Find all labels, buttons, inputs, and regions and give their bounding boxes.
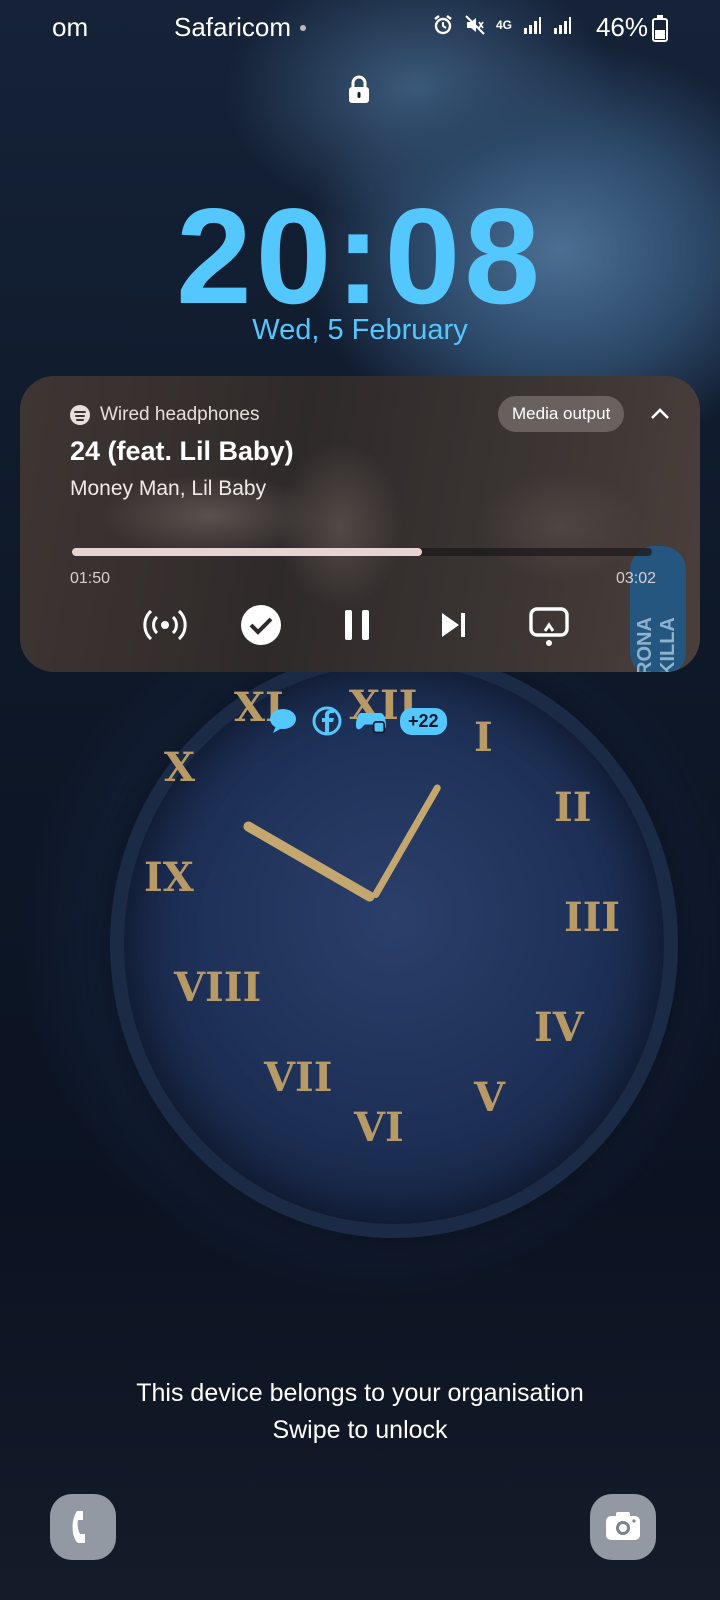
battery-percentage: 46% xyxy=(595,12,648,42)
pause-icon xyxy=(345,610,369,640)
media-source: Wired headphones xyxy=(70,404,260,426)
lock-screen-date: Wed, 5 February xyxy=(252,314,468,346)
battery-icon xyxy=(652,15,668,42)
mute-icon xyxy=(465,15,485,35)
track-title: 24 (feat. Lil Baby) xyxy=(70,436,294,466)
unlock-hint[interactable]: Swipe to unlock xyxy=(0,1412,720,1449)
chevron-up-icon[interactable] xyxy=(648,402,672,426)
media-player-card[interactable]: RONA KILLA Wired headphones Media output… xyxy=(20,376,700,672)
total-time: 03:02 xyxy=(615,570,656,587)
progress-fill xyxy=(72,548,423,556)
lock-screen-footer: This device belongs to your organisation… xyxy=(0,1375,720,1449)
track-artist: Money Man, Lil Baby xyxy=(70,477,267,500)
status-dot xyxy=(300,25,306,31)
game-controller-icon xyxy=(356,713,386,734)
camera-icon xyxy=(606,1512,640,1540)
notification-icons[interactable]: +22 xyxy=(268,706,447,736)
phone-icon xyxy=(72,1511,85,1543)
spotify-icon xyxy=(70,405,90,425)
check-icon xyxy=(241,605,281,645)
cast-button[interactable] xyxy=(524,600,574,650)
elapsed-time: 01:50 xyxy=(70,570,111,587)
messages-icon xyxy=(270,709,296,733)
skip-next-button[interactable] xyxy=(428,600,478,650)
broadcast-icon xyxy=(143,609,187,641)
media-progress-bar[interactable] xyxy=(72,548,652,556)
favorite-button[interactable] xyxy=(236,600,286,650)
camera-shortcut[interactable] xyxy=(590,1494,656,1560)
signal-icon xyxy=(524,17,541,34)
media-output-button[interactable]: Media output xyxy=(498,396,625,432)
status-icons: 4G xyxy=(432,14,572,36)
carrier-name: Safaricom xyxy=(174,12,292,42)
network-type-label: 4G xyxy=(495,18,512,32)
media-controls xyxy=(20,600,700,650)
more-notifications-badge: +22 xyxy=(400,707,447,735)
org-notice: This device belongs to your organisation xyxy=(136,1379,584,1407)
broadcast-button[interactable] xyxy=(140,600,190,650)
skip-next-icon xyxy=(442,613,465,637)
pause-button[interactable] xyxy=(332,600,382,650)
lock-screen-time: 20:08 xyxy=(176,180,544,332)
status-bar: om Safaricom 4G 46% xyxy=(0,0,720,54)
facebook-icon xyxy=(312,706,342,736)
lock-icon[interactable] xyxy=(346,74,372,104)
carrier-secondary: om xyxy=(52,12,89,42)
cast-icon xyxy=(529,607,569,646)
media-source-label: Wired headphones xyxy=(100,404,260,425)
signal-icon-2 xyxy=(554,17,571,34)
alarm-icon xyxy=(434,15,452,35)
phone-shortcut[interactable] xyxy=(50,1494,116,1560)
clock-wallpaper-image: XII I II III IV V VI VII VIII IX X XI xyxy=(110,650,678,1238)
